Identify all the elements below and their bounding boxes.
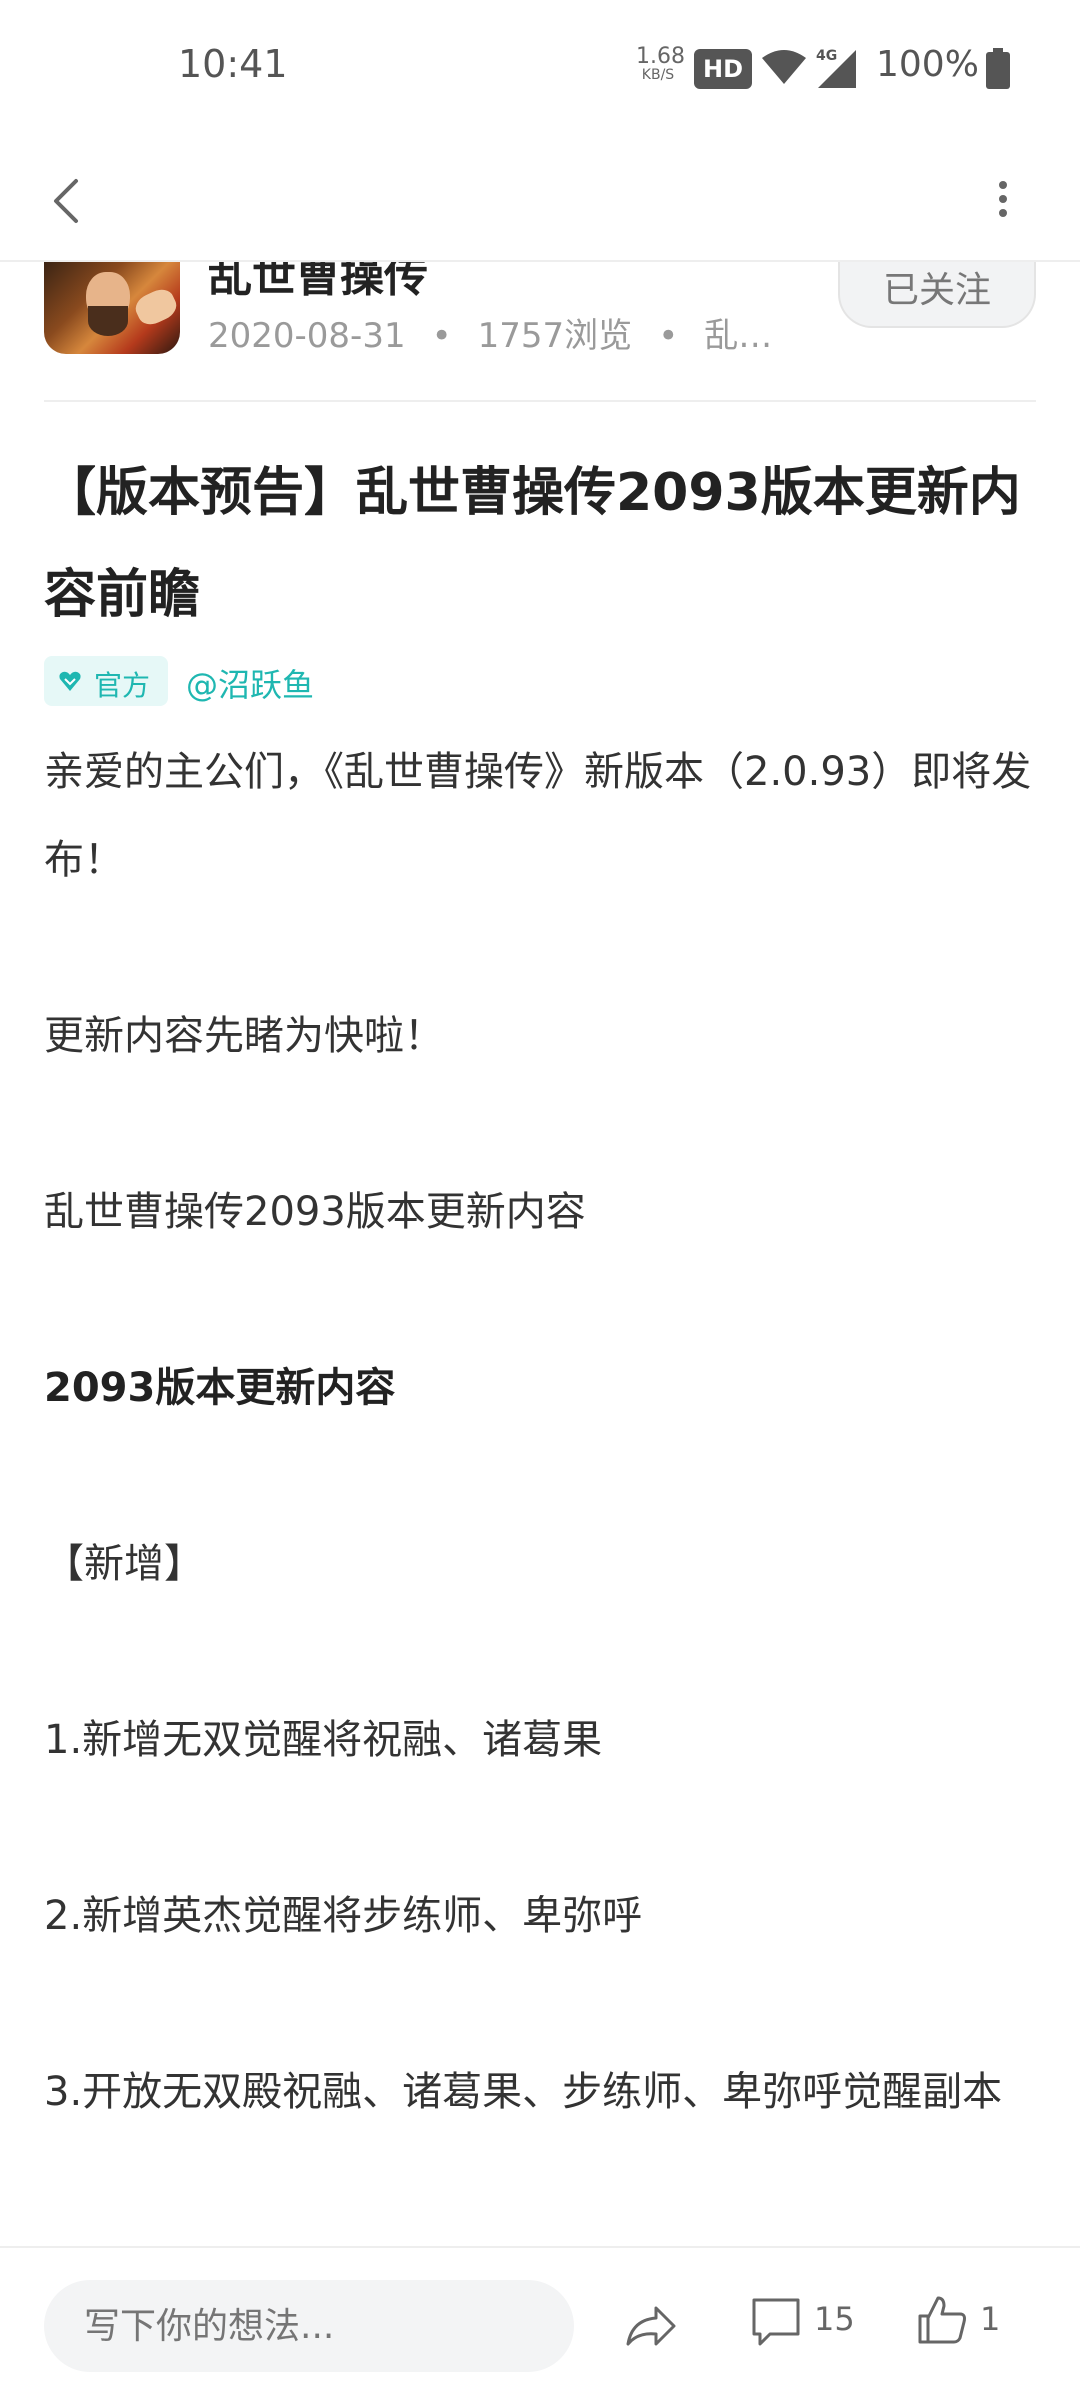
wifi-icon bbox=[762, 50, 806, 84]
author-row: 乱世曹操传 2020-08-31 • 1757浏览 • 乱… 已关注 bbox=[0, 262, 1080, 402]
share-icon[interactable] bbox=[620, 2296, 680, 2356]
author-meta: 2020-08-31 • 1757浏览 • 乱… bbox=[208, 316, 773, 356]
bottom-action-bar: 15 1 bbox=[0, 2246, 1080, 2402]
like-count: 1 bbox=[980, 2300, 1001, 2338]
game-name[interactable]: 乱… bbox=[704, 316, 772, 356]
section-heading: 2093版本更新内容 bbox=[44, 1365, 396, 1411]
view-count: 1757浏览 bbox=[477, 316, 633, 356]
author-mention-link[interactable]: @沼跃鱼 bbox=[186, 660, 314, 706]
post-date: 2020-08-31 bbox=[208, 316, 406, 356]
network-speed-unit: KB/S bbox=[641, 67, 675, 83]
battery-icon bbox=[986, 48, 1010, 89]
network-speed-value: 1.68 bbox=[636, 44, 685, 69]
more-menu-icon[interactable] bbox=[988, 169, 1018, 229]
list-item: 2.新增英杰觉醒将步练师、卑弥呼 bbox=[44, 1893, 643, 1939]
paragraph: 亲爱的主公们，《乱世曹操传》新版本（2.0.93）即将发布！ bbox=[44, 749, 1032, 883]
article-title: 【版本预告】乱世曹操传2093版本更新内容前瞻 bbox=[44, 463, 1021, 625]
comment-icon bbox=[752, 2298, 800, 2346]
author-avatar[interactable] bbox=[44, 262, 180, 354]
network-type: 4G bbox=[816, 48, 837, 64]
comment-button[interactable]: 15 bbox=[748, 2294, 855, 2354]
network-speed: 1.68 KB/S bbox=[636, 44, 685, 83]
battery-percent: 100% bbox=[876, 44, 979, 85]
status-bar: 10:41 1.68 KB/S HD 4G 100% bbox=[0, 0, 1080, 135]
comment-input[interactable] bbox=[44, 2280, 574, 2372]
status-time: 10:41 bbox=[178, 42, 288, 86]
author-name[interactable]: 乱世曹操传 bbox=[208, 262, 428, 304]
paragraph: 更新内容先睹为快啦！ bbox=[44, 1013, 444, 1059]
divider bbox=[44, 400, 1036, 402]
official-heart-icon bbox=[59, 671, 81, 691]
list-item: 3.开放无双殿祝融、诸葛果、步练师、卑弥呼觉醒副本 bbox=[44, 2069, 1003, 2115]
back-arrow-icon[interactable] bbox=[44, 163, 88, 233]
follow-button[interactable]: 已关注 bbox=[838, 262, 1036, 328]
official-label: 官方 bbox=[94, 669, 151, 702]
hd-badge: HD bbox=[694, 49, 752, 89]
comment-count: 15 bbox=[814, 2300, 855, 2338]
article-body: 亲爱的主公们，《乱世曹操传》新版本（2.0.93）即将发布！ 更新内容先睹为快啦… bbox=[44, 728, 1044, 2136]
paragraph: 乱世曹操传2093版本更新内容 bbox=[44, 1189, 586, 1235]
list-item: 1.新增无双觉醒将祝融、诸葛果 bbox=[44, 1717, 603, 1763]
official-badge: 官方 bbox=[44, 656, 168, 706]
thumbs-up-icon bbox=[918, 2296, 966, 2344]
like-button[interactable]: 1 bbox=[914, 2292, 1000, 2352]
top-nav bbox=[0, 135, 1080, 262]
paragraph: 【新增】 bbox=[44, 1541, 204, 1587]
signal-4g-icon: 4G bbox=[816, 48, 856, 88]
